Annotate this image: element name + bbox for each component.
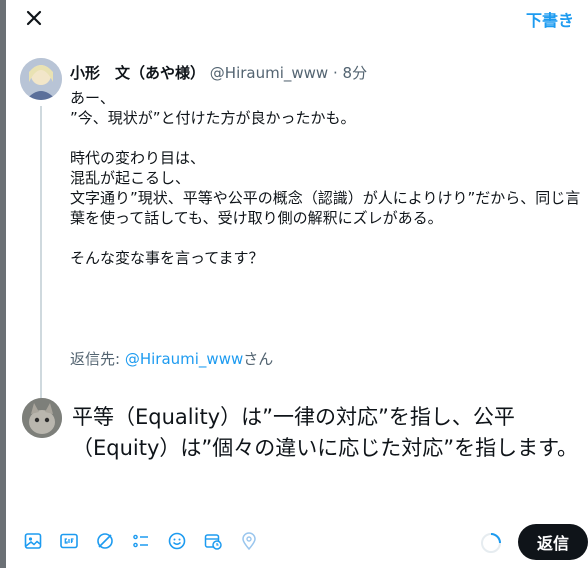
tweet-header: 小形 文（あや様） @Hiraumi_www · 8分	[70, 62, 367, 83]
media-button[interactable]	[20, 528, 46, 554]
character-progress	[480, 532, 502, 554]
thread-line	[40, 106, 42, 436]
location-icon	[242, 532, 256, 551]
tweet-line	[70, 228, 588, 248]
emoji-button[interactable]	[164, 528, 190, 554]
tweet-line: 時代の変わり目は、	[70, 149, 206, 167]
reply-prefix: 返信先:	[70, 350, 125, 368]
schedule-icon	[204, 534, 222, 550]
close-icon	[26, 10, 42, 26]
replying-to: 返信先: @Hiraumi_wwwさん	[70, 348, 273, 369]
close-button[interactable]	[20, 4, 48, 32]
grok-button[interactable]	[92, 528, 118, 554]
list-icon	[133, 534, 148, 548]
gif-button[interactable]	[56, 528, 82, 554]
drafts-button[interactable]: 下書き	[526, 7, 574, 31]
schedule-button[interactable]	[200, 528, 226, 554]
reply-suffix: さん	[243, 350, 274, 368]
user-avatar[interactable]	[22, 398, 62, 438]
compose-toolbar: 返信	[20, 524, 588, 560]
top-bar: 下書き	[6, 0, 588, 38]
window-edge	[0, 0, 6, 568]
tweet-line: ”今、現状が”と付けた方が良かったかも。	[70, 109, 356, 127]
gif-icon	[60, 533, 78, 549]
image-icon	[24, 533, 42, 549]
reply-mention[interactable]: @Hiraumi_www	[125, 350, 243, 368]
tweet-line	[70, 128, 588, 148]
avatar-image	[20, 58, 62, 100]
author-avatar[interactable]	[20, 58, 62, 100]
tweet-body: あー、 ”今、現状が”と付けた方が良かったかも。 時代の変わり目は、 混乱が起こ…	[70, 88, 588, 268]
tweet-line: 文字通り”現状、平等や公平の概念（認識）が人によりけり”だから、同じ言葉を使って…	[70, 189, 581, 227]
tweet-line: 混乱が起こるし、	[70, 169, 191, 187]
author-name[interactable]: 小形 文（あや様）	[70, 64, 205, 82]
author-handle[interactable]: @Hiraumi_www	[210, 64, 328, 82]
tweet-time[interactable]: 8分	[343, 64, 368, 82]
reply-button[interactable]: 返信	[518, 524, 588, 560]
tweet-line: そんな変な事を言ってます？	[70, 249, 264, 267]
progress-ring-icon	[481, 533, 501, 553]
location-button[interactable]	[236, 528, 262, 554]
emoji-icon	[168, 532, 186, 550]
tweet-line: あー、	[70, 89, 115, 107]
user-avatar-image	[22, 398, 62, 438]
separator-dot: ·	[332, 64, 338, 82]
list-button[interactable]	[128, 528, 154, 554]
poll-icon	[97, 533, 113, 549]
compose-textarea[interactable]: 平等（Equality）は”一律の対応”を指し、公平（Equity）は”個々の違…	[72, 402, 582, 464]
